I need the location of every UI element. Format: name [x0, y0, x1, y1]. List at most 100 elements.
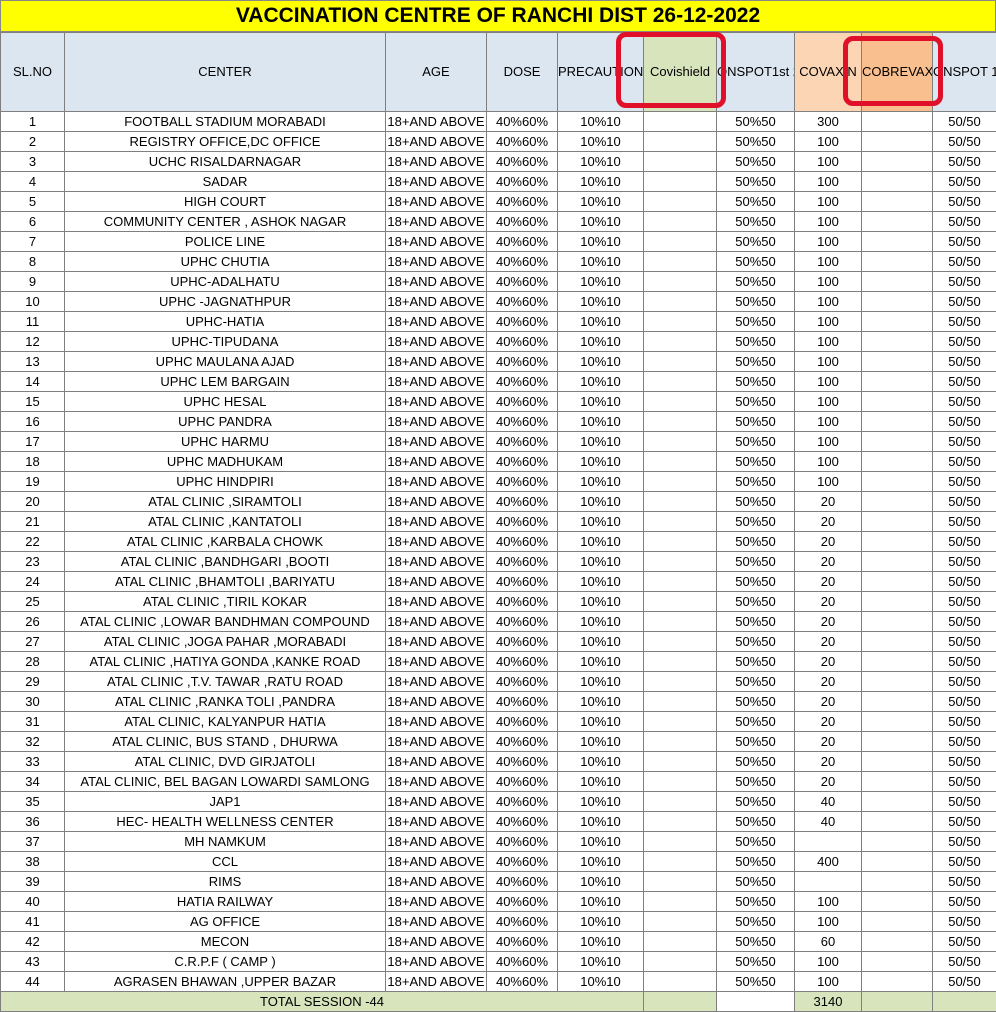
row-covaxin-cell[interactable]: 20 — [794, 491, 862, 512]
row-slno-cell[interactable]: 26 — [0, 611, 65, 632]
row-center-cell[interactable]: ATAL CLINIC ,RANKA TOLI ,PANDRA — [64, 691, 386, 712]
row-cobrevax-cell[interactable] — [861, 811, 933, 832]
row-slno-cell[interactable]: 23 — [0, 551, 65, 572]
row-slno-cell[interactable]: 22 — [0, 531, 65, 552]
row-center-cell[interactable]: ATAL CLINIC ,LOWAR BANDHMAN COMPOUND — [64, 611, 386, 632]
row-dose-cell[interactable]: 40%60% — [486, 171, 558, 192]
row-covishield-cell[interactable] — [643, 251, 717, 272]
row-center-cell[interactable]: MH NAMKUM — [64, 831, 386, 852]
row-dose-cell[interactable]: 40%60% — [486, 791, 558, 812]
row-covishield-cell[interactable] — [643, 771, 717, 792]
row-onspot-1st-2nd-cell[interactable]: 50%50 — [716, 831, 795, 852]
row-dose-cell[interactable]: 40%60% — [486, 771, 558, 792]
row-onspot-1st-2nd-cell[interactable]: 50%50 — [716, 631, 795, 652]
row-covaxin-cell[interactable]: 100 — [794, 351, 862, 372]
row-onspot-precaution-cell[interactable]: 50/50 — [932, 351, 996, 372]
row-slno-cell[interactable]: 31 — [0, 711, 65, 732]
row-onspot-precaution-cell[interactable]: 50/50 — [932, 331, 996, 352]
row-slno-cell[interactable]: 44 — [0, 971, 65, 992]
row-precaution-cell[interactable]: 10%10 — [557, 271, 644, 292]
row-onspot-precaution-cell[interactable]: 50/50 — [932, 671, 996, 692]
row-age-cell[interactable]: 18+AND ABOVE — [385, 371, 487, 392]
row-covishield-cell[interactable] — [643, 791, 717, 812]
row-center-cell[interactable]: UPHC-TIPUDANA — [64, 331, 386, 352]
row-age-cell[interactable]: 18+AND ABOVE — [385, 151, 487, 172]
row-cobrevax-cell[interactable] — [861, 671, 933, 692]
row-covaxin-cell[interactable]: 20 — [794, 671, 862, 692]
row-slno-cell[interactable]: 9 — [0, 271, 65, 292]
row-onspot-1st-2nd-cell[interactable]: 50%50 — [716, 971, 795, 992]
row-age-cell[interactable]: 18+AND ABOVE — [385, 671, 487, 692]
row-age-cell[interactable]: 18+AND ABOVE — [385, 231, 487, 252]
row-dose-cell[interactable]: 40%60% — [486, 951, 558, 972]
row-center-cell[interactable]: ATAL CLINIC, DVD GIRJATOLI — [64, 751, 386, 772]
row-onspot-1st-2nd-cell[interactable]: 50%50 — [716, 711, 795, 732]
row-onspot-precaution-cell[interactable]: 50/50 — [932, 891, 996, 912]
row-center-cell[interactable]: ATAL CLINIC, BEL BAGAN LOWARDI SAMLONG — [64, 771, 386, 792]
row-onspot-1st-2nd-cell[interactable]: 50%50 — [716, 931, 795, 952]
row-age-cell[interactable]: 18+AND ABOVE — [385, 531, 487, 552]
row-onspot-1st-2nd-cell[interactable]: 50%50 — [716, 251, 795, 272]
row-onspot-1st-2nd-cell[interactable]: 50%50 — [716, 311, 795, 332]
row-onspot-precaution-cell[interactable]: 50/50 — [932, 431, 996, 452]
row-covaxin-cell[interactable]: 20 — [794, 731, 862, 752]
row-onspot-1st-2nd-cell[interactable]: 50%50 — [716, 411, 795, 432]
row-onspot-precaution-cell[interactable]: 50/50 — [932, 731, 996, 752]
row-age-cell[interactable]: 18+AND ABOVE — [385, 631, 487, 652]
row-cobrevax-cell[interactable] — [861, 291, 933, 312]
row-covaxin-cell[interactable]: 300 — [794, 111, 862, 132]
row-cobrevax-cell[interactable] — [861, 771, 933, 792]
row-age-cell[interactable]: 18+AND ABOVE — [385, 551, 487, 572]
row-precaution-cell[interactable]: 10%10 — [557, 971, 644, 992]
row-onspot-precaution-cell[interactable]: 50/50 — [932, 371, 996, 392]
row-covaxin-cell[interactable]: 20 — [794, 691, 862, 712]
row-slno-cell[interactable]: 21 — [0, 511, 65, 532]
row-covishield-cell[interactable] — [643, 611, 717, 632]
row-dose-cell[interactable]: 40%60% — [486, 311, 558, 332]
row-precaution-cell[interactable]: 10%10 — [557, 631, 644, 652]
row-center-cell[interactable]: REGISTRY OFFICE,DC OFFICE — [64, 131, 386, 152]
row-cobrevax-cell[interactable] — [861, 471, 933, 492]
row-covaxin-cell[interactable]: 100 — [794, 471, 862, 492]
row-age-cell[interactable]: 18+AND ABOVE — [385, 971, 487, 992]
row-covishield-cell[interactable] — [643, 631, 717, 652]
row-dose-cell[interactable]: 40%60% — [486, 351, 558, 372]
row-cobrevax-cell[interactable] — [861, 791, 933, 812]
row-slno-cell[interactable]: 13 — [0, 351, 65, 372]
row-onspot-1st-2nd-cell[interactable]: 50%50 — [716, 731, 795, 752]
row-dose-cell[interactable]: 40%60% — [486, 811, 558, 832]
row-age-cell[interactable]: 18+AND ABOVE — [385, 691, 487, 712]
row-age-cell[interactable]: 18+AND ABOVE — [385, 251, 487, 272]
row-age-cell[interactable]: 18+AND ABOVE — [385, 731, 487, 752]
row-center-cell[interactable]: ATAL CLINIC ,BANDHGARI ,BOOTI — [64, 551, 386, 572]
row-covishield-cell[interactable] — [643, 411, 717, 432]
row-precaution-cell[interactable]: 10%10 — [557, 911, 644, 932]
row-cobrevax-cell[interactable] — [861, 131, 933, 152]
row-covishield-cell[interactable] — [643, 851, 717, 872]
row-cobrevax-cell[interactable] — [861, 171, 933, 192]
row-cobrevax-cell[interactable] — [861, 251, 933, 272]
row-slno-cell[interactable]: 15 — [0, 391, 65, 412]
row-onspot-1st-2nd-cell[interactable]: 50%50 — [716, 271, 795, 292]
row-covishield-cell[interactable] — [643, 731, 717, 752]
row-covishield-cell[interactable] — [643, 931, 717, 952]
row-dose-cell[interactable]: 40%60% — [486, 211, 558, 232]
row-center-cell[interactable]: ATAL CLINIC, KALYANPUR HATIA — [64, 711, 386, 732]
row-precaution-cell[interactable]: 10%10 — [557, 731, 644, 752]
row-onspot-1st-2nd-cell[interactable]: 50%50 — [716, 511, 795, 532]
row-precaution-cell[interactable]: 10%10 — [557, 311, 644, 332]
row-onspot-precaution-cell[interactable]: 50/50 — [932, 211, 996, 232]
row-covaxin-cell[interactable]: 100 — [794, 171, 862, 192]
row-cobrevax-cell[interactable] — [861, 211, 933, 232]
row-onspot-precaution-cell[interactable]: 50/50 — [932, 491, 996, 512]
row-onspot-precaution-cell[interactable]: 50/50 — [932, 631, 996, 652]
row-dose-cell[interactable]: 40%60% — [486, 331, 558, 352]
row-covishield-cell[interactable] — [643, 571, 717, 592]
row-covaxin-cell[interactable]: 20 — [794, 591, 862, 612]
row-slno-cell[interactable]: 25 — [0, 591, 65, 612]
row-precaution-cell[interactable]: 10%10 — [557, 831, 644, 852]
row-onspot-precaution-cell[interactable]: 50/50 — [932, 451, 996, 472]
row-age-cell[interactable]: 18+AND ABOVE — [385, 591, 487, 612]
row-covaxin-cell[interactable]: 100 — [794, 191, 862, 212]
row-covishield-cell[interactable] — [643, 291, 717, 312]
